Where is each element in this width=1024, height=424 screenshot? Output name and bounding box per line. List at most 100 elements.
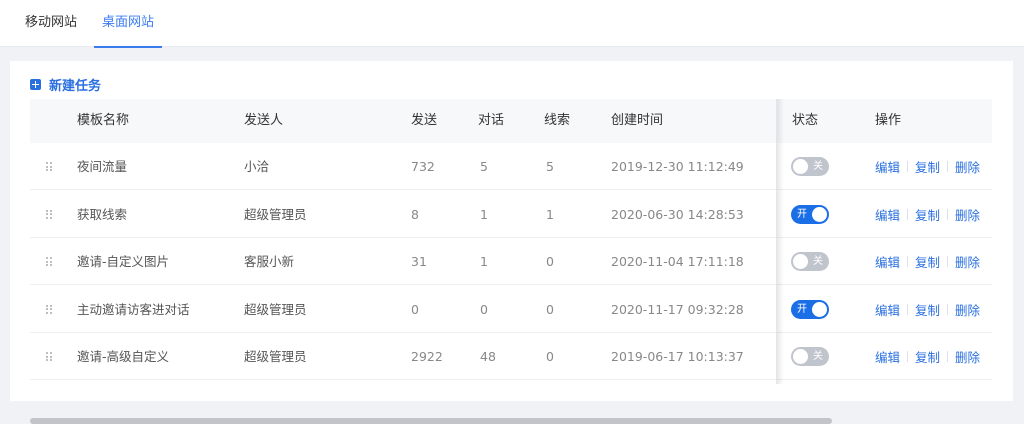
created-time-cell: 2019-06-17 10:13:37	[611, 349, 744, 364]
status-toggle[interactable]: 开	[791, 204, 829, 224]
sent-count-cell: 8	[411, 206, 419, 222]
edit-link[interactable]: 编辑	[875, 347, 900, 366]
toggle-label: 开	[797, 208, 807, 220]
drag-handle-icon[interactable]	[46, 209, 52, 219]
copy-link[interactable]: 复制	[915, 300, 940, 319]
column-header-chats: 对话	[478, 113, 505, 128]
template-name-cell: 夜间流量	[77, 159, 128, 174]
status-toggle[interactable]: 关	[791, 252, 829, 271]
delete-link[interactable]: 删除	[955, 300, 980, 319]
drag-handle-icon[interactable]	[46, 304, 52, 314]
sender-cell: 超级管理员	[244, 206, 307, 222]
template-name-cell: 获取线索	[77, 206, 128, 222]
table-row: 主动邀请访客进对话 超级管理员 0 0 0 2020-11-17 09:32:2…	[30, 286, 992, 333]
copy-link[interactable]: 复制	[915, 252, 940, 271]
toggle-label: 关	[813, 256, 823, 267]
delete-link[interactable]: 删除	[955, 157, 980, 176]
status-toggle[interactable]: 开	[791, 299, 829, 319]
row-actions: 编辑 复制 删除	[875, 286, 980, 333]
column-header-status: 状态	[792, 113, 819, 128]
template-name-cell: 主动邀请访客进对话	[77, 301, 190, 317]
action-divider	[907, 303, 909, 315]
column-header-actions: 操作	[875, 113, 902, 128]
edit-link[interactable]: 编辑	[875, 252, 900, 271]
lead-count-cell: 0	[546, 301, 554, 317]
column-header-leads: 线索	[544, 113, 571, 128]
top-tab-bar: 移动网站 桌面网站	[0, 0, 1024, 48]
table-header: 模板名称 发送人 发送 对话 线索 创建时间 状态 操作	[30, 99, 992, 143]
row-actions: 编辑 复制 删除	[875, 238, 980, 285]
edit-link[interactable]: 编辑	[875, 300, 900, 319]
edit-link[interactable]: 编辑	[875, 157, 900, 176]
toggle-knob	[793, 349, 808, 364]
created-time-cell: 2020-11-04 17:11:18	[611, 254, 744, 269]
row-actions: 编辑 复制 删除	[875, 143, 980, 190]
template-name-cell: 邀请-自定义图片	[77, 254, 170, 269]
toggle-label: 关	[813, 161, 823, 172]
status-toggle[interactable]: 关	[791, 157, 829, 176]
active-tab-indicator	[94, 46, 163, 48]
lead-count-cell: 1	[546, 206, 554, 222]
fixed-column-shadow	[776, 99, 784, 384]
sent-count-cell: 0	[411, 301, 419, 317]
column-header-sender: 发送人	[244, 113, 284, 128]
table-row: 邀请-自定义图片 客服小新 31 1 0 2020-11-04 17:11:18…	[30, 238, 992, 285]
drag-handle-icon[interactable]	[46, 257, 52, 266]
task-panel: 新建任务 模板名称 发送人 发送 对话 线索 创建时间 状态 操作 夜间流量 小…	[10, 61, 1013, 424]
column-header-created-time: 创建时间	[611, 113, 664, 128]
lead-count-cell: 0	[546, 254, 554, 269]
tab-mobile-site[interactable]: 移动网站	[25, 0, 77, 47]
chat-count-cell: 0	[480, 301, 488, 317]
table-row: 获取线索 超级管理员 8 1 1 2020-06-30 14:28:53 开 编…	[30, 191, 992, 238]
task-table: 模板名称 发送人 发送 对话 线索 创建时间 状态 操作 夜间流量 小洽 732…	[30, 99, 992, 424]
copy-link[interactable]: 复制	[915, 347, 940, 366]
chat-count-cell: 1	[480, 206, 488, 222]
delete-link[interactable]: 删除	[955, 205, 980, 224]
sender-cell: 超级管理员	[244, 349, 307, 364]
column-header-sent: 发送	[411, 113, 438, 128]
action-divider	[947, 161, 949, 172]
drag-handle-icon[interactable]	[46, 352, 52, 361]
table-row: 邀请-高级自定义 超级管理员 2922 48 0 2019-06-17 10:1…	[30, 333, 992, 380]
copy-link[interactable]: 复制	[915, 205, 940, 224]
toggle-label: 关	[813, 351, 823, 362]
toggle-knob	[812, 301, 827, 317]
chat-count-cell: 5	[480, 159, 488, 174]
lead-count-cell: 5	[546, 159, 554, 174]
action-divider	[907, 208, 909, 220]
new-task-button[interactable]: 新建任务	[30, 75, 102, 94]
sender-cell: 超级管理员	[244, 301, 307, 317]
delete-link[interactable]: 删除	[955, 347, 980, 366]
toggle-knob	[793, 159, 808, 174]
sent-count-cell: 31	[411, 254, 427, 269]
horizontal-scrollbar[interactable]	[30, 418, 832, 424]
row-actions: 编辑 复制 删除	[875, 333, 980, 380]
table-row: 夜间流量 小洽 732 5 5 2019-12-30 11:12:49 关 编辑…	[30, 143, 992, 190]
action-divider	[907, 161, 909, 172]
new-task-label: 新建任务	[49, 78, 102, 94]
sender-cell: 客服小新	[244, 254, 295, 269]
status-toggle[interactable]: 关	[791, 347, 829, 366]
action-divider	[947, 351, 949, 362]
action-divider	[947, 303, 949, 315]
action-divider	[947, 256, 949, 267]
plus-icon	[30, 78, 41, 90]
copy-link[interactable]: 复制	[915, 157, 940, 176]
chat-count-cell: 48	[480, 349, 496, 364]
tab-desktop-site[interactable]: 桌面网站	[94, 0, 163, 48]
fixed-column-divider	[776, 99, 777, 384]
template-name-cell: 邀请-高级自定义	[77, 349, 170, 364]
action-divider	[947, 208, 949, 220]
tab-label: 移动网站	[25, 15, 78, 30]
tab-label: 桌面网站	[102, 15, 155, 30]
created-time-cell: 2019-12-30 11:12:49	[611, 159, 744, 174]
drag-handle-icon[interactable]	[46, 162, 52, 171]
created-time-cell: 2020-06-30 14:28:53	[611, 206, 744, 222]
column-header-template-name: 模板名称	[77, 113, 130, 128]
delete-link[interactable]: 删除	[955, 252, 980, 271]
toggle-knob	[793, 254, 808, 269]
chat-count-cell: 1	[480, 254, 488, 269]
edit-link[interactable]: 编辑	[875, 205, 900, 224]
toggle-knob	[812, 206, 827, 222]
created-time-cell: 2020-11-17 09:32:28	[611, 301, 744, 317]
